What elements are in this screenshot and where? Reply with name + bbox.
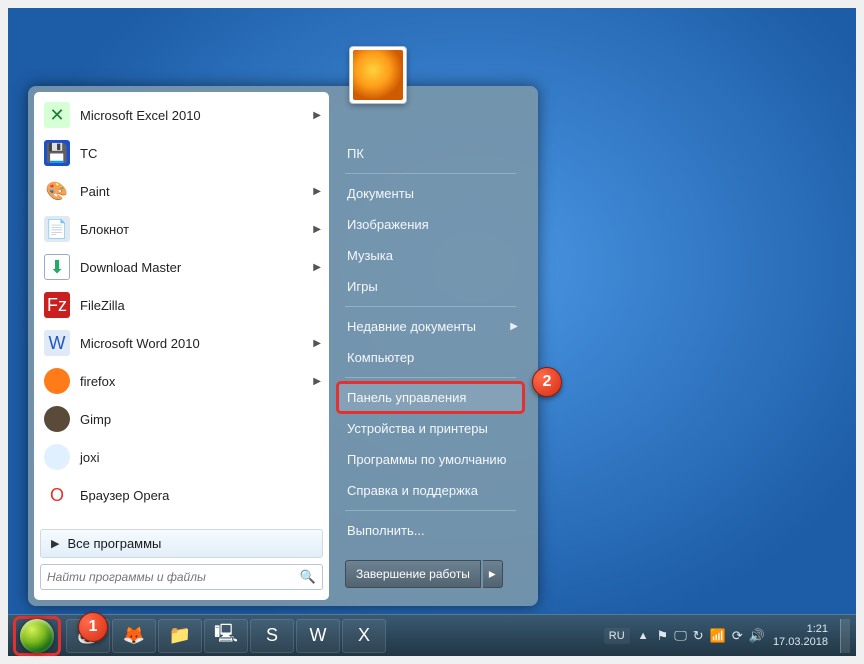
volume-icon[interactable]: 🔊: [749, 628, 765, 644]
separator: [345, 306, 516, 307]
annotation-marker-2: 2: [532, 367, 562, 397]
right-pane-item[interactable]: Музыка: [337, 240, 524, 271]
firefox-icon: [44, 368, 70, 394]
program-label: Gimp: [80, 412, 111, 427]
all-programs-button[interactable]: ▶ Все программы: [40, 529, 323, 558]
separator: [345, 377, 516, 378]
windows-orb-icon: [20, 619, 54, 653]
start-menu-left-pane: ✕ Microsoft Excel 2010 ▶ 💾 TC 🎨 Paint ▶ 📄 Блокнот…: [34, 92, 329, 600]
right-pane-item[interactable]: Недавние документы▶: [337, 311, 524, 342]
right-pane-item[interactable]: Изображения: [337, 209, 524, 240]
right-pane-item[interactable]: Панель управления: [337, 382, 524, 413]
taskbar-pinned-apps: 🐼🦊📁🖳SWX: [66, 619, 386, 653]
clock-date: 17.03.2018: [773, 636, 828, 649]
program-list: ✕ Microsoft Excel 2010 ▶ 💾 TC 🎨 Paint ▶ 📄 Блокнот…: [34, 96, 329, 525]
clock[interactable]: 1:21 17.03.2018: [773, 623, 828, 648]
right-pane-item[interactable]: ПК: [337, 138, 524, 169]
shutdown-row: Завершение работы▸: [345, 560, 516, 588]
браузер-opera-icon: O: [44, 482, 70, 508]
skype-icon[interactable]: S: [250, 619, 294, 653]
firefox-icon[interactable]: 🦊: [112, 619, 156, 653]
program-label: FileZilla: [80, 298, 125, 313]
filezilla-icon: Fz: [44, 292, 70, 318]
search-icon: 🔍: [300, 569, 316, 585]
program-item[interactable]: Gimp: [34, 400, 329, 438]
desktop: ✕ Microsoft Excel 2010 ▶ 💾 TC 🎨 Paint ▶ 📄 Блокнот…: [0, 0, 864, 664]
program-label: Download Master: [80, 260, 181, 275]
program-item[interactable]: 🎨 Paint ▶: [34, 172, 329, 210]
program-label: Paint: [80, 184, 110, 199]
program-item[interactable]: 📄 Блокнот ▶: [34, 210, 329, 248]
system-tray: RU ▲ ⚑ 🖵 ↻ 📶 ⟳ 🔊 1:21 17.03.2018: [604, 619, 850, 653]
clock-time: 1:21: [773, 623, 828, 636]
separator: [345, 173, 516, 174]
download-master-icon: ⬇: [44, 254, 70, 280]
monitor-icon[interactable]: 🖵: [674, 628, 687, 644]
program-item[interactable]: ⬇ Download Master ▶: [34, 248, 329, 286]
program-item[interactable]: firefox ▶: [34, 362, 329, 400]
search-input[interactable]: [47, 570, 296, 584]
separator: [345, 510, 516, 511]
chevron-right-icon: ▶: [313, 376, 321, 387]
chevron-right-icon: ▶: [510, 321, 518, 332]
program-label: Microsoft Excel 2010: [80, 108, 201, 123]
annotation-marker-1: 1: [78, 612, 108, 642]
chevron-right-icon: ▶: [313, 224, 321, 235]
program-label: Microsoft Word 2010: [80, 336, 200, 351]
program-label: firefox: [80, 374, 115, 389]
microsoft-excel-2010-icon: ✕: [44, 102, 70, 128]
files-icon[interactable]: 📁: [158, 619, 202, 653]
joxi-icon: [44, 444, 70, 470]
right-pane-item[interactable]: Игры: [337, 271, 524, 302]
program-label: Блокнот: [80, 222, 129, 237]
program-item[interactable]: W Microsoft Word 2010 ▶: [34, 324, 329, 362]
program-item[interactable]: joxi: [34, 438, 329, 476]
terminal-icon[interactable]: 🖳: [204, 619, 248, 653]
language-indicator[interactable]: RU: [604, 628, 630, 644]
program-label: Браузер Opera: [80, 488, 169, 503]
program-item[interactable]: 💾 TC: [34, 134, 329, 172]
paint-icon: 🎨: [44, 178, 70, 204]
program-label: joxi: [80, 450, 100, 465]
right-pane-item[interactable]: Справка и поддержка: [337, 475, 524, 506]
program-label: TC: [80, 146, 97, 161]
arrow-right-icon: ▶: [51, 537, 59, 550]
tray-expand-icon[interactable]: ▲: [638, 630, 649, 642]
chevron-right-icon: ▶: [313, 338, 321, 349]
flag-icon[interactable]: ⚑: [657, 628, 669, 644]
chevron-right-icon: ▶: [313, 110, 321, 121]
search-box[interactable]: 🔍: [40, 564, 323, 590]
all-programs-label: Все программы: [67, 536, 161, 551]
блокнот-icon: 📄: [44, 216, 70, 242]
update-icon[interactable]: ⟳: [732, 628, 743, 644]
start-menu-right-pane: ПК ДокументыИзображенияМузыкаИгры Недавние…: [329, 92, 532, 600]
program-item[interactable]: Fz FileZilla: [34, 286, 329, 324]
start-menu: ✕ Microsoft Excel 2010 ▶ 💾 TC 🎨 Paint ▶ 📄 Блокнот…: [28, 86, 538, 606]
right-pane-item[interactable]: Выполнить...: [337, 515, 524, 546]
sync-icon[interactable]: ↻: [693, 628, 704, 644]
microsoft-word-2010-icon: W: [44, 330, 70, 356]
chevron-right-icon: ▶: [313, 186, 321, 197]
right-pane-item[interactable]: Программы по умолчанию: [337, 444, 524, 475]
tray-icons: ⚑ 🖵 ↻ 📶 ⟳ 🔊: [657, 628, 765, 644]
excel-icon[interactable]: X: [342, 619, 386, 653]
network-icon[interactable]: 📶: [710, 628, 726, 644]
right-pane-item[interactable]: Документы: [337, 178, 524, 209]
start-button[interactable]: [14, 617, 60, 655]
word-icon[interactable]: W: [296, 619, 340, 653]
program-item[interactable]: O Браузер Opera: [34, 476, 329, 514]
tc-icon: 💾: [44, 140, 70, 166]
gimp-icon: [44, 406, 70, 432]
right-pane-item[interactable]: Устройства и принтеры: [337, 413, 524, 444]
program-item[interactable]: ✕ Microsoft Excel 2010 ▶: [34, 96, 329, 134]
chevron-right-icon: ▶: [313, 262, 321, 273]
show-desktop-button[interactable]: [840, 619, 850, 653]
right-pane-item[interactable]: Компьютер: [337, 342, 524, 373]
taskbar: 🐼🦊📁🖳SWX RU ▲ ⚑ 🖵 ↻ 📶 ⟳ 🔊 1:21 17.03.2018: [8, 614, 856, 656]
shutdown-options-button[interactable]: ▸: [483, 560, 503, 588]
shutdown-button[interactable]: Завершение работы: [345, 560, 481, 588]
